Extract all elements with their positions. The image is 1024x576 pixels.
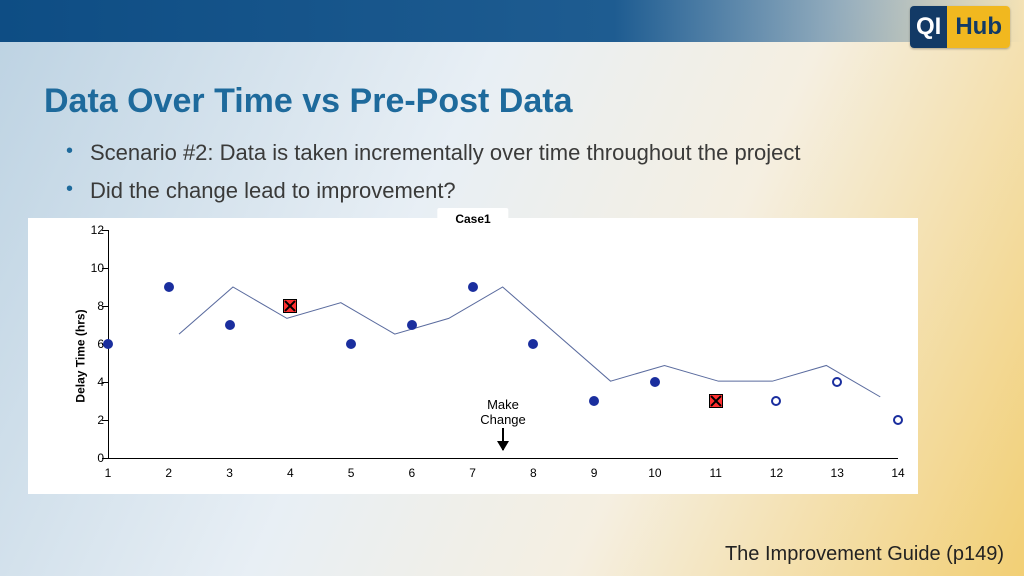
y-tick-mark [102,306,108,307]
data-point [528,339,538,349]
header-bar [0,0,1024,42]
y-tick-label: 6 [84,337,104,351]
chart-title: Case1 [437,208,508,230]
x-tick-label: 6 [409,466,416,480]
x-tick-label: 1 [105,466,112,480]
y-tick-mark [102,230,108,231]
x-tick-label: 2 [165,466,172,480]
x-tick-label: 13 [831,466,844,480]
bullet-item: Scenario #2: Data is taken incrementally… [62,138,964,168]
footer-citation: The Improvement Guide (p149) [725,543,1004,566]
data-point [771,396,781,406]
data-point [407,320,417,330]
data-point [893,415,903,425]
chart: Case1 Delay Time (hrs) 02468101212345678… [28,218,918,494]
y-tick-mark [102,420,108,421]
x-tick-label: 3 [226,466,233,480]
x-tick-label: 14 [891,466,904,480]
y-tick-label: 12 [84,223,104,237]
y-tick-label: 8 [84,299,104,313]
data-point [103,339,113,349]
annotation-arrow-icon [502,428,504,450]
data-point [225,320,235,330]
x-tick-label: 8 [530,466,537,480]
x-axis [108,458,898,459]
x-tick-label: 9 [591,466,598,480]
x-tick-label: 7 [469,466,476,480]
y-tick-mark [102,458,108,459]
x-tick-label: 10 [648,466,661,480]
x-tick-label: 4 [287,466,294,480]
data-point [164,282,174,292]
y-tick-label: 2 [84,413,104,427]
slide: QI Hub Data Over Time vs Pre-Post Data S… [0,0,1024,576]
y-tick-mark [102,382,108,383]
x-tick-label: 11 [709,466,721,480]
x-tick-label: 12 [770,466,783,480]
data-point [589,396,599,406]
data-point [346,339,356,349]
page-title: Data Over Time vs Pre-Post Data [44,82,573,121]
highlight-marker [709,394,723,408]
brand-logo: QI Hub [910,6,1010,48]
data-point [650,377,660,387]
x-tick-label: 5 [348,466,355,480]
brand-logo-right: Hub [947,6,1010,48]
y-tick-label: 10 [84,261,104,275]
bullet-item: Did the change lead to improvement? [62,176,964,206]
brand-logo-left: QI [910,6,947,48]
annotation-label: MakeChange [480,397,526,427]
y-tick-mark [102,268,108,269]
data-point [832,377,842,387]
y-tick-label: 0 [84,451,104,465]
data-point [468,282,478,292]
bullet-list: Scenario #2: Data is taken incrementally… [62,138,964,213]
y-tick-label: 4 [84,375,104,389]
highlight-marker [283,299,297,313]
